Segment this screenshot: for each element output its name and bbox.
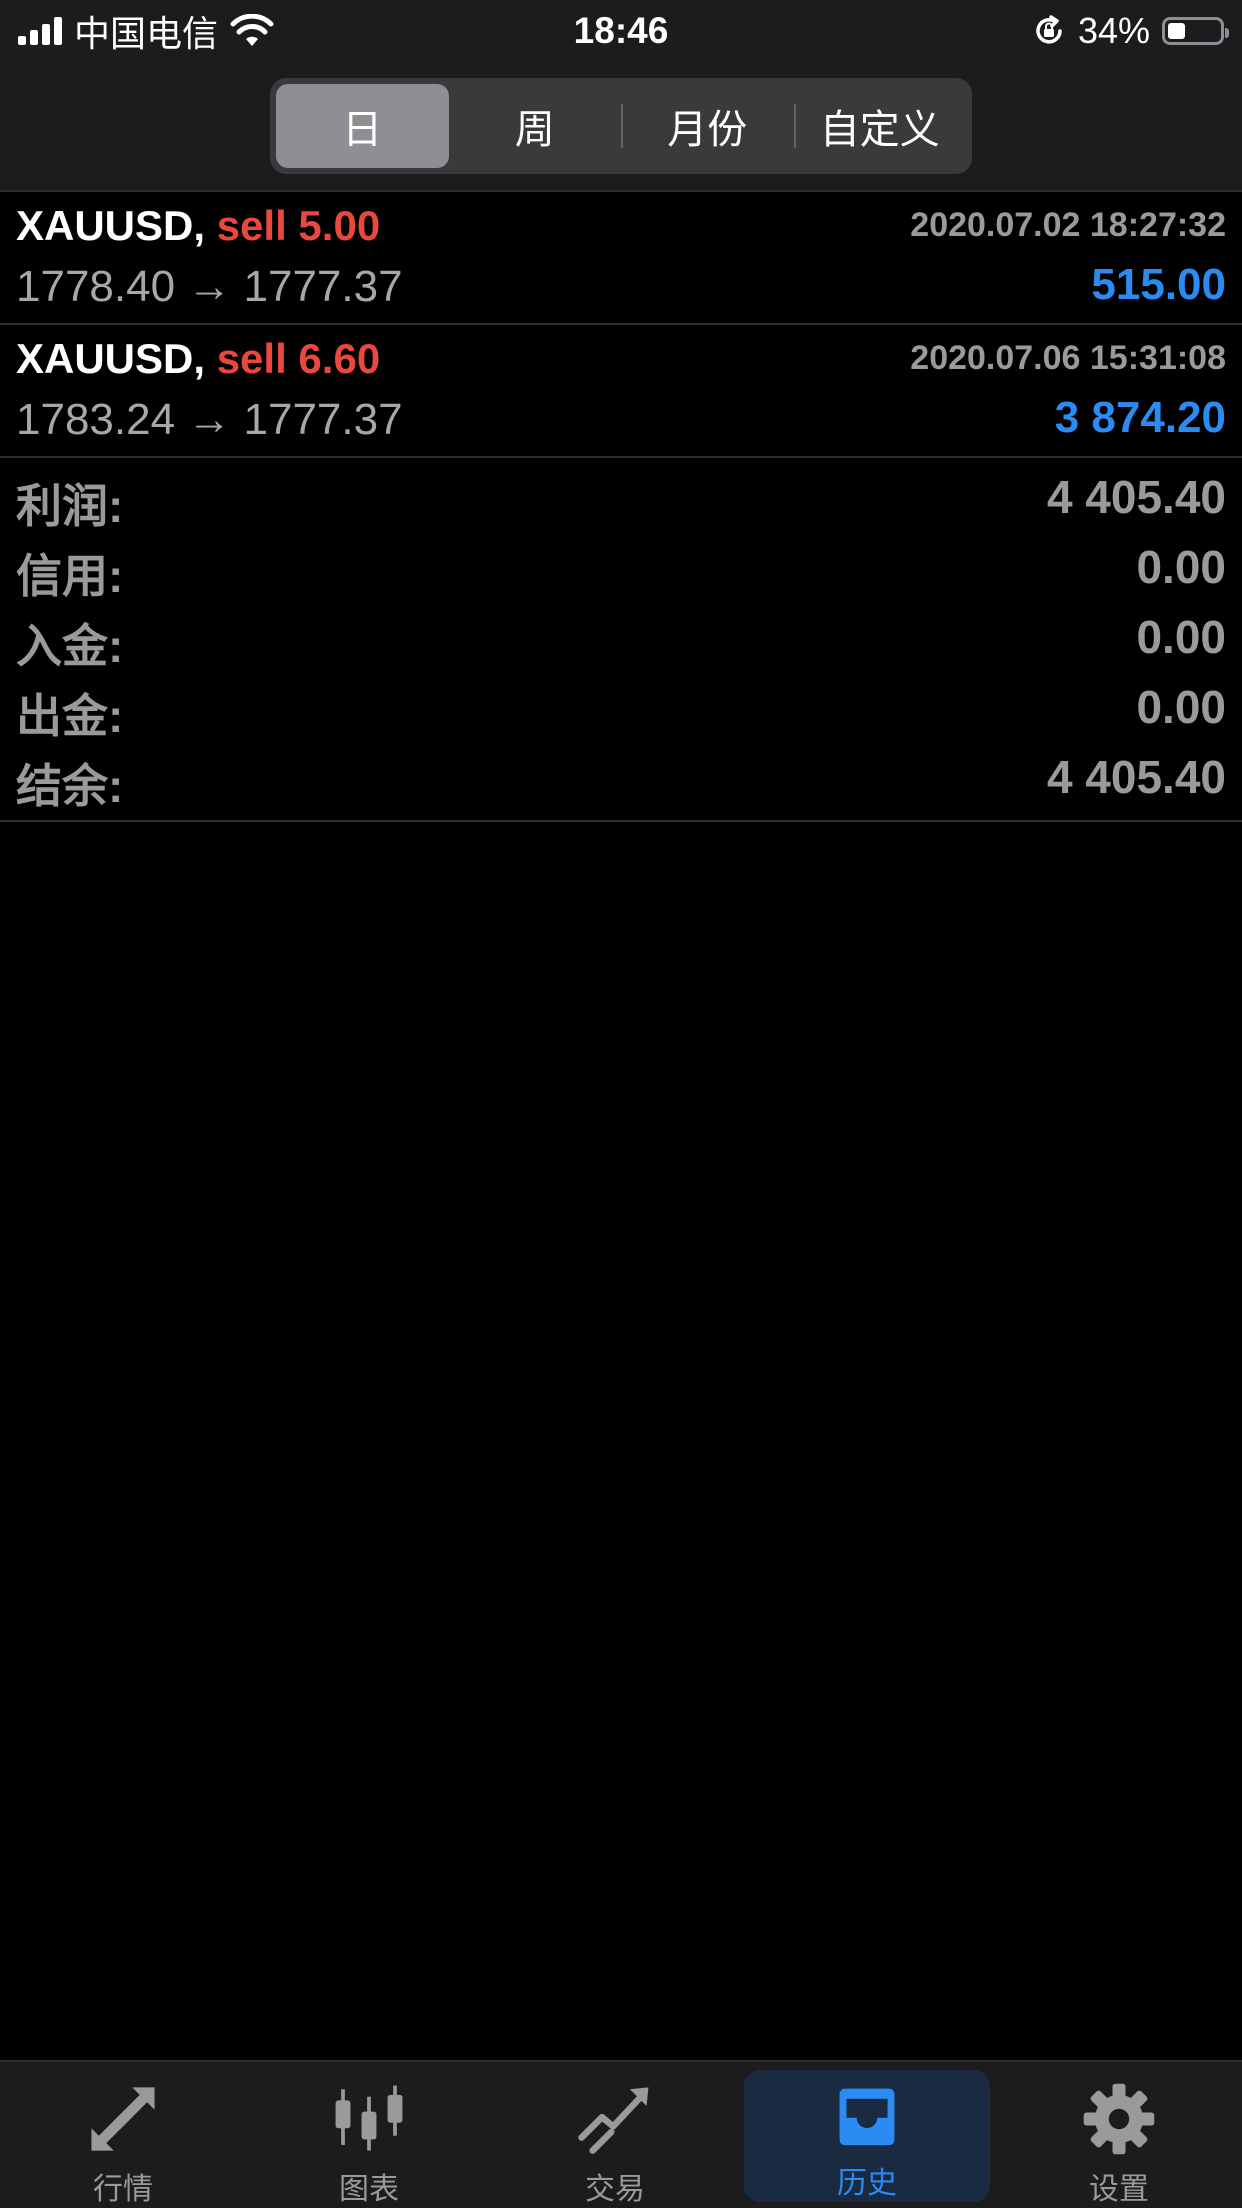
orientation-lock-icon xyxy=(1036,15,1062,44)
period-tab-day[interactable]: 日 xyxy=(276,84,449,168)
summary-label: 入金: xyxy=(16,620,124,672)
summary-row-withdrawal: 出金: 0.00 xyxy=(0,676,1242,742)
tab-label: 图表 xyxy=(339,2173,399,2206)
period-tab-custom[interactable]: 自定义 xyxy=(793,84,967,168)
history-header: 日 周 月份 自定义 xyxy=(0,62,1242,192)
deal-row[interactable]: XAUUSD, sell 6.60 2020.07.06 15:31:08 17… xyxy=(0,325,1242,458)
wifi-icon xyxy=(230,14,274,46)
deal-row[interactable]: XAUUSD, sell 5.00 2020.07.02 18:27:32 17… xyxy=(0,192,1242,325)
bottom-tab-bar: 行情 图表 交易 历史 设置 xyxy=(0,2060,1242,2208)
period-tab-month[interactable]: 月份 xyxy=(621,84,794,168)
tab-label: 交易 xyxy=(585,2173,645,2206)
status-bar: 中国电信 18:46 34% xyxy=(0,0,1242,62)
deals-list: XAUUSD, sell 5.00 2020.07.02 18:27:32 17… xyxy=(0,192,1242,458)
tab-history[interactable]: 历史 xyxy=(744,2070,990,2202)
battery-icon xyxy=(1162,17,1229,45)
tab-chart[interactable]: 图表 xyxy=(246,2062,492,2208)
signal-icon xyxy=(18,17,62,45)
carrier-name: 中国电信 xyxy=(74,13,219,54)
summary-value: 0.00 xyxy=(1136,611,1226,663)
summary-label: 结余: xyxy=(16,760,124,812)
tab-trade[interactable]: 交易 xyxy=(492,2062,738,2208)
summary-label: 出金: xyxy=(16,690,124,742)
status-left: 中国电信 xyxy=(18,5,274,57)
summary-row-profit: 利润: 4 405.40 xyxy=(0,466,1242,532)
deal-type: sell 6.60 xyxy=(216,335,381,382)
tab-label: 设置 xyxy=(1089,2173,1149,2206)
tab-settings[interactable]: 设置 xyxy=(996,2062,1242,2208)
period-tab-week[interactable]: 周 xyxy=(449,84,622,168)
summary-row-deposit: 入金: 0.00 xyxy=(0,606,1242,672)
summary-value: 0.00 xyxy=(1136,681,1226,733)
summary-label: 信用: xyxy=(16,550,124,602)
deal-type: sell 5.00 xyxy=(216,202,381,249)
gear-icon xyxy=(1083,2083,1155,2155)
battery-percent: 34% xyxy=(1077,10,1150,51)
deal-symbol: XAUUSD, xyxy=(16,335,206,382)
period-selector: 日 周 月份 自定义 xyxy=(270,78,972,174)
deal-time: 2020.07.06 15:31:08 xyxy=(910,339,1226,377)
period-tab-label: 月份 xyxy=(667,108,748,152)
summary-label: 利润: xyxy=(16,480,124,532)
summary-row-balance: 结余: 4 405.40 xyxy=(0,746,1242,812)
deal-prices: 1783.24 → 1777.37 xyxy=(16,395,403,444)
deal-prices: 1778.40 → 1777.37 xyxy=(16,262,403,311)
quotes-arrows-icon xyxy=(91,2087,155,2151)
deal-title: XAUUSD, sell 6.60 xyxy=(16,335,380,383)
tab-quotes[interactable]: 行情 xyxy=(0,2062,246,2208)
deal-title: XAUUSD, sell 5.00 xyxy=(16,202,380,250)
period-tab-label: 周 xyxy=(514,108,555,152)
deal-profit: 515.00 xyxy=(1091,260,1226,309)
candlestick-chart-icon xyxy=(335,2085,403,2151)
account-summary: 利润: 4 405.40 信用: 0.00 入金: 0.00 出金: 0.00 … xyxy=(0,462,1242,822)
tab-label: 行情 xyxy=(93,2173,153,2206)
deal-time: 2020.07.02 18:27:32 xyxy=(910,206,1226,244)
period-tab-label: 日 xyxy=(342,108,383,152)
deal-symbol: XAUUSD, xyxy=(16,202,206,249)
summary-row-credit: 信用: 0.00 xyxy=(0,536,1242,602)
trade-trend-icon xyxy=(578,2087,649,2154)
status-right: 34% xyxy=(1032,10,1229,52)
battery-level xyxy=(1168,23,1185,39)
period-tab-label: 自定义 xyxy=(819,108,940,152)
summary-value: 0.00 xyxy=(1136,541,1226,593)
history-tray-icon xyxy=(839,2088,895,2146)
summary-value: 4 405.40 xyxy=(1046,751,1226,803)
deal-profit: 3 874.20 xyxy=(1054,393,1226,442)
summary-value: 4 405.40 xyxy=(1046,471,1226,523)
tab-label: 历史 xyxy=(837,2167,897,2200)
